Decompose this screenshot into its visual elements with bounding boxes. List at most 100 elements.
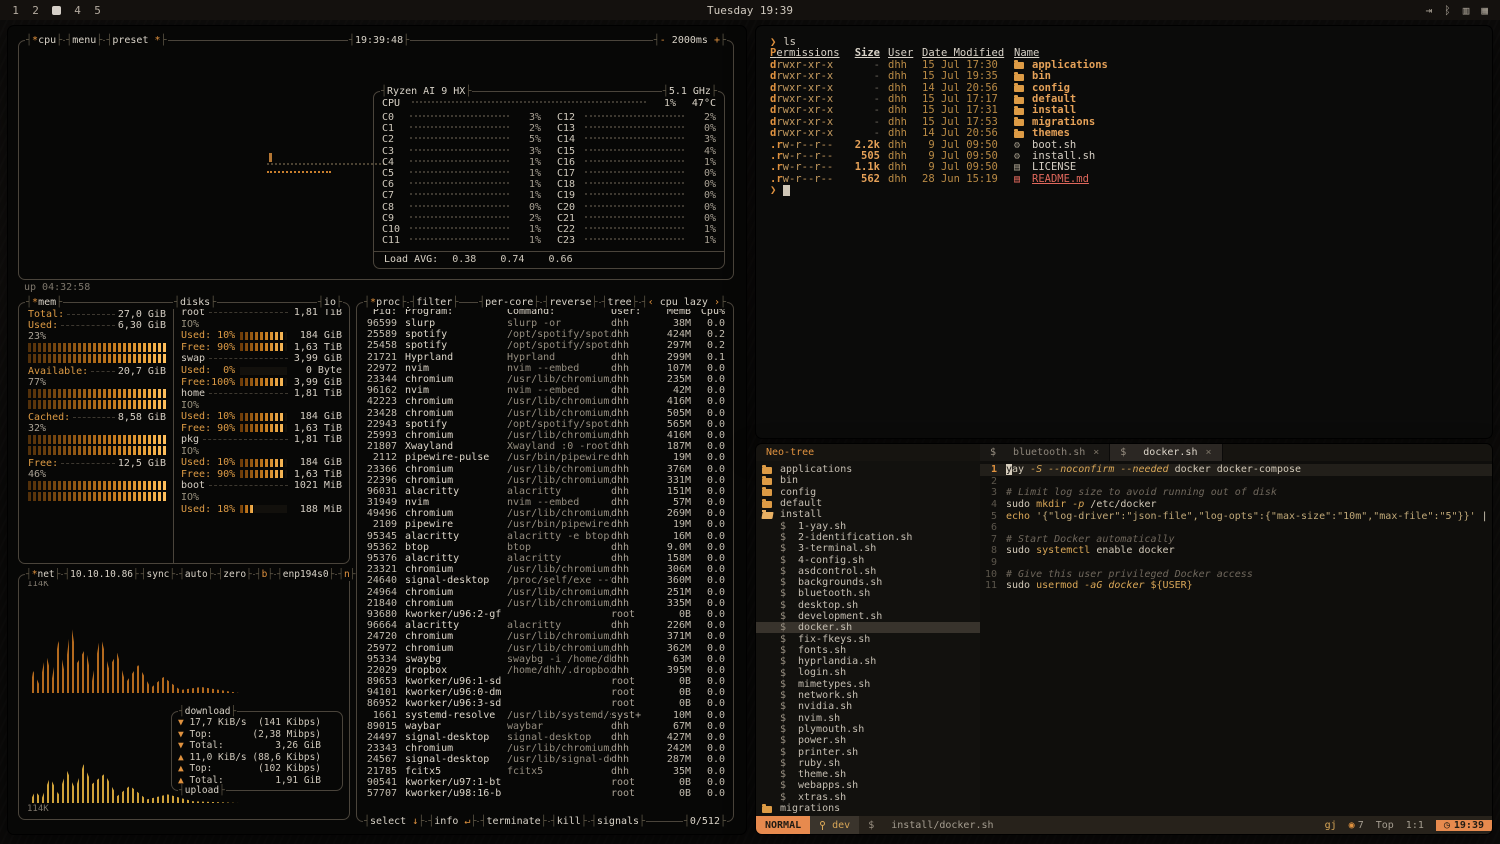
workspace-button[interactable]: 5 [94, 4, 101, 17]
process-row[interactable]: 23344 chromium /usr/lib/chromium/ dhh 23… [363, 374, 727, 385]
process-row[interactable]: 24964 chromium /usr/lib/chromium/ dhh 25… [363, 587, 727, 598]
process-row[interactable]: 24640 signal-desktop /proc/self/exe --t … [363, 575, 727, 586]
tab-close-icon[interactable]: × [1205, 447, 1211, 458]
net-iface-prev-button[interactable]: b [255, 568, 274, 581]
process-row[interactable]: 95362 btop btop dhh 9.0M 0.0 [363, 542, 727, 553]
process-row[interactable]: 95345 alacritty alacritty -e btop dhh 16… [363, 531, 727, 542]
process-row[interactable]: 1661 systemd-resolve /usr/lib/systemd/s … [363, 710, 727, 721]
process-row[interactable]: 94101 kworker/u96:0-dm root 0B 0.0 [363, 687, 727, 698]
volume-icon[interactable] [1481, 4, 1488, 17]
process-row[interactable]: 24720 chromium /usr/lib/chromium/ dhh 37… [363, 631, 727, 642]
tree-item[interactable]: 3-terminal.sh [756, 543, 980, 554]
terminal-cursor-line[interactable]: ❯ [770, 185, 1478, 196]
tree-item[interactable]: desktop.sh [756, 600, 980, 611]
process-row[interactable]: 22972 nvim nvim --embed dhh 107M 0.0 [363, 363, 727, 374]
tree-item[interactable]: backgrounds.sh [756, 577, 980, 588]
tree-item[interactable]: nvim.sh [756, 713, 980, 724]
process-row[interactable]: 25972 chromium /usr/lib/chromium/ dhh 36… [363, 642, 727, 653]
editor-tab[interactable]: bluetooth.sh × [980, 444, 1110, 461]
proc-terminate-button[interactable]: terminate [479, 815, 547, 828]
process-row[interactable]: 25993 chromium /usr/lib/chromium/ dhh 41… [363, 430, 727, 441]
tree-item[interactable]: fix-fkeys.sh [756, 633, 980, 644]
tree-item[interactable]: hyprlandia.sh [756, 656, 980, 667]
tree-item[interactable]: ruby.sh [756, 758, 980, 769]
tree-item[interactable]: nvidia.sh [756, 701, 980, 712]
workspace-button[interactable]: 4 [74, 4, 81, 17]
net-zero-button[interactable]: zero [216, 568, 252, 581]
tree-item[interactable]: applications [756, 464, 980, 475]
net-iface-next-button[interactable]: n [337, 568, 356, 581]
tree-item[interactable]: install [756, 509, 980, 520]
net-auto-button[interactable]: auto [178, 568, 214, 581]
tree-item[interactable]: development.sh [756, 611, 980, 622]
display-icon[interactable] [1463, 4, 1470, 17]
process-row[interactable]: 21840 chromium /usr/lib/chromium/ dhh 33… [363, 598, 727, 609]
process-row[interactable]: 25589 spotify /opt/spotify/spoti dhh 424… [363, 329, 727, 340]
process-row[interactable]: 95376 alacritty alacritty dhh 158M 0.0 [363, 553, 727, 564]
process-row[interactable]: 23428 chromium /usr/lib/chromium/ dhh 50… [363, 408, 727, 419]
process-row[interactable]: 95334 swaybg swaybg -i /home/dh dhh 63M … [363, 654, 727, 665]
net-sync-button[interactable]: sync [140, 568, 176, 581]
process-row[interactable]: 21785 fcitx5 fcitx5 dhh 35M 0.0 [363, 766, 727, 777]
process-row[interactable]: 86952 kworker/u96:3-sd root 0B 0.0 [363, 698, 727, 709]
logout-icon[interactable] [1426, 4, 1433, 17]
process-row[interactable]: 22029 dropbox /home/dhh/.dropbox dhh 395… [363, 665, 727, 676]
tree-item[interactable]: printer.sh [756, 746, 980, 757]
tree-item[interactable]: fonts.sh [756, 645, 980, 656]
workspace-button[interactable]: 2 [32, 4, 39, 17]
proc-filter-button[interactable]: filter [409, 296, 459, 309]
process-row[interactable]: 57707 kworker/u98:16-b root 0B 0.0 [363, 788, 727, 799]
process-row[interactable]: 96664 alacritty alacritty dhh 226M 0.0 [363, 620, 727, 631]
process-row[interactable]: 23366 chromium /usr/lib/chromium/ dhh 37… [363, 463, 727, 474]
proc-info-button[interactable]: info ↵ [427, 815, 477, 828]
tree-item[interactable]: config [756, 487, 980, 498]
tree-item[interactable]: bluetooth.sh [756, 588, 980, 599]
tree-item[interactable]: 4-config.sh [756, 554, 980, 565]
tree-item[interactable]: 2-identification.sh [756, 532, 980, 543]
process-row[interactable]: 23343 chromium /usr/lib/chromium/ dhh 24… [363, 743, 727, 754]
process-row[interactable]: 24497 signal-desktop signal-desktop dhh … [363, 732, 727, 743]
bluetooth-icon[interactable] [1444, 4, 1451, 17]
tree-item[interactable]: 1-yay.sh [756, 520, 980, 531]
proc-signals-button[interactable]: signals [590, 815, 646, 828]
editor-pane[interactable]: 1 yay -S --noconfirm --needed docker doc… [980, 461, 1492, 816]
process-row[interactable]: 2109 pipewire /usr/bin/pipewire dhh 19M … [363, 519, 727, 530]
process-row[interactable]: 24567 signal-desktop /usr/lib/signal-de … [363, 754, 727, 765]
process-row[interactable]: 21807 Xwayland Xwayland :0 -rootl dhh 18… [363, 441, 727, 452]
process-row[interactable]: 23321 chromium /usr/lib/chromium. dhh 30… [363, 564, 727, 575]
tree-item[interactable]: webapps.sh [756, 780, 980, 791]
preset-button[interactable]: preset * [105, 34, 167, 47]
tree-item[interactable]: mimetypes.sh [756, 679, 980, 690]
update-interval-control[interactable]: - 2000ms + [653, 34, 727, 47]
process-row[interactable]: 89015 waybar waybar dhh 67M 0.0 [363, 721, 727, 732]
workspace-button[interactable]: 1 [12, 4, 19, 17]
process-row[interactable]: 49496 chromium /usr/lib/chromium/ dhh 26… [363, 508, 727, 519]
proc-sort-selector[interactable]: ‹ cpu lazy › [641, 296, 727, 309]
process-row[interactable]: 93680 kworker/u96:2-gf root 0B 0.0 [363, 609, 727, 620]
process-row[interactable]: 31949 nvim nvim --embed dhh 57M 0.0 [363, 497, 727, 508]
workspace-button[interactable] [52, 6, 61, 15]
process-row[interactable]: 22396 chromium /usr/lib/chromium/ dhh 33… [363, 475, 727, 486]
process-row[interactable]: 22943 spotify /opt/spotify/spoti dhh 565… [363, 419, 727, 430]
tree-item[interactable]: xtras.sh [756, 792, 980, 803]
proc-tree-toggle[interactable]: tree [601, 296, 639, 309]
tree-item[interactable]: migrations [756, 803, 980, 814]
tree-item[interactable]: power.sh [756, 735, 980, 746]
process-row[interactable]: 90541 kworker/u97:1-bt root 0B 0.0 [363, 777, 727, 788]
tree-item[interactable]: login.sh [756, 667, 980, 678]
process-row[interactable]: 96031 alacritty alacritty dhh 151M 0.0 [363, 486, 727, 497]
tree-item[interactable]: theme.sh [756, 769, 980, 780]
proc-percore-toggle[interactable]: per-core [478, 296, 540, 309]
proc-kill-button[interactable]: kill [550, 815, 588, 828]
tree-item[interactable]: bin [756, 475, 980, 486]
process-row[interactable]: 25458 spotify /opt/spotify/spoti dhh 297… [363, 340, 727, 351]
tree-item[interactable]: plymouth.sh [756, 724, 980, 735]
io-mode-toggle[interactable]: io [317, 296, 343, 309]
menu-button[interactable]: menu [65, 34, 103, 47]
process-row[interactable]: 21721 Hyprland Hyprland dhh 299M 0.1 [363, 352, 727, 363]
proc-select-button[interactable]: select ↓ [363, 815, 425, 828]
tab-close-icon[interactable]: × [1093, 447, 1099, 458]
tree-item[interactable]: asdcontrol.sh [756, 566, 980, 577]
process-row[interactable]: 89653 kworker/u96:1-sd root 0B 0.0 [363, 676, 727, 687]
tree-item[interactable]: network.sh [756, 690, 980, 701]
